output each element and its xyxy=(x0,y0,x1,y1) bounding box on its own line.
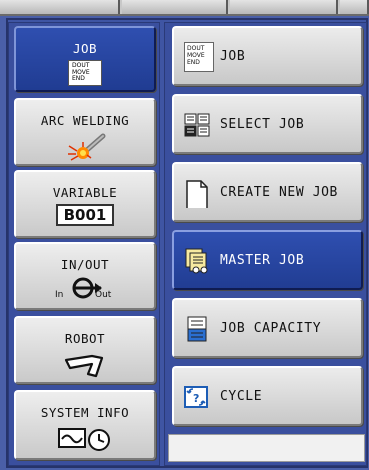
main-menu-label: VARIABLE xyxy=(52,185,118,200)
sub-menu-job-capacity[interactable]: JOB CAPACITY xyxy=(172,298,363,358)
cycle-icon: ? xyxy=(184,386,208,408)
variable-icon: B001 xyxy=(55,204,115,226)
svg-text:?: ? xyxy=(193,392,199,405)
icon-text: DOUT xyxy=(187,45,205,52)
sub-menu-label: JOB xyxy=(220,49,246,64)
sub-menu-create-new-job[interactable]: CREATE NEW JOB xyxy=(172,162,363,222)
main-menu-label: ARC WELDING xyxy=(40,113,130,128)
main-menu-robot[interactable]: ROBOT xyxy=(14,316,156,384)
sub-menu-label: JOB CAPACITY xyxy=(220,321,322,336)
in-out-icon: In Out xyxy=(55,274,115,304)
top-tab[interactable] xyxy=(0,0,120,14)
main-menu-label: JOB xyxy=(72,41,98,56)
main-menu-label: ROBOT xyxy=(64,331,106,346)
main-menu-system-info[interactable]: SYSTEM INFO xyxy=(14,390,156,460)
main-menu-in-out[interactable]: IN/OUT In Out xyxy=(14,242,156,310)
main-menu-job[interactable]: JOB DOUT MOVE END xyxy=(14,26,156,92)
robot-arm-icon xyxy=(64,354,104,378)
new-document-icon xyxy=(186,180,208,208)
icon-text: END xyxy=(187,59,200,66)
main-menu-arc-welding[interactable]: ARC WELDING xyxy=(14,98,156,166)
out-label: Out xyxy=(95,290,112,300)
main-menu-variable[interactable]: VARIABLE B001 xyxy=(14,170,156,238)
arc-welding-icon xyxy=(68,133,106,161)
top-tab-strip xyxy=(0,0,369,16)
top-tab[interactable] xyxy=(340,0,369,14)
empty-slot xyxy=(168,434,365,462)
icon-text: END xyxy=(72,75,85,82)
job-capacity-icon xyxy=(187,316,207,342)
sub-menu-label: SELECT JOB xyxy=(220,117,305,132)
sub-menu-label: MASTER JOB xyxy=(220,253,305,268)
sub-menu-label: CREATE NEW JOB xyxy=(220,185,338,200)
main-menu-label: IN/OUT xyxy=(60,257,110,272)
sub-menu-label: CYCLE xyxy=(220,389,263,404)
in-label: In xyxy=(55,290,64,300)
top-tab[interactable] xyxy=(230,0,338,14)
sub-menu-cycle[interactable]: ? CYCLE xyxy=(172,366,363,426)
job-doc-icon: DOUT MOVE END xyxy=(68,60,102,86)
master-job-icon xyxy=(185,248,208,274)
top-tab[interactable] xyxy=(122,0,228,14)
icon-text: MOVE xyxy=(187,52,205,59)
main-menu-label: SYSTEM INFO xyxy=(40,405,130,420)
job-doc-icon: DOUT MOVE END xyxy=(184,42,214,72)
sub-menu-select-job[interactable]: SELECT JOB xyxy=(172,94,363,154)
select-job-icon xyxy=(184,113,210,137)
system-info-icon xyxy=(58,428,110,451)
sub-menu-job[interactable]: DOUT MOVE END JOB xyxy=(172,26,363,86)
sub-menu-master-job[interactable]: MASTER JOB xyxy=(172,230,363,290)
